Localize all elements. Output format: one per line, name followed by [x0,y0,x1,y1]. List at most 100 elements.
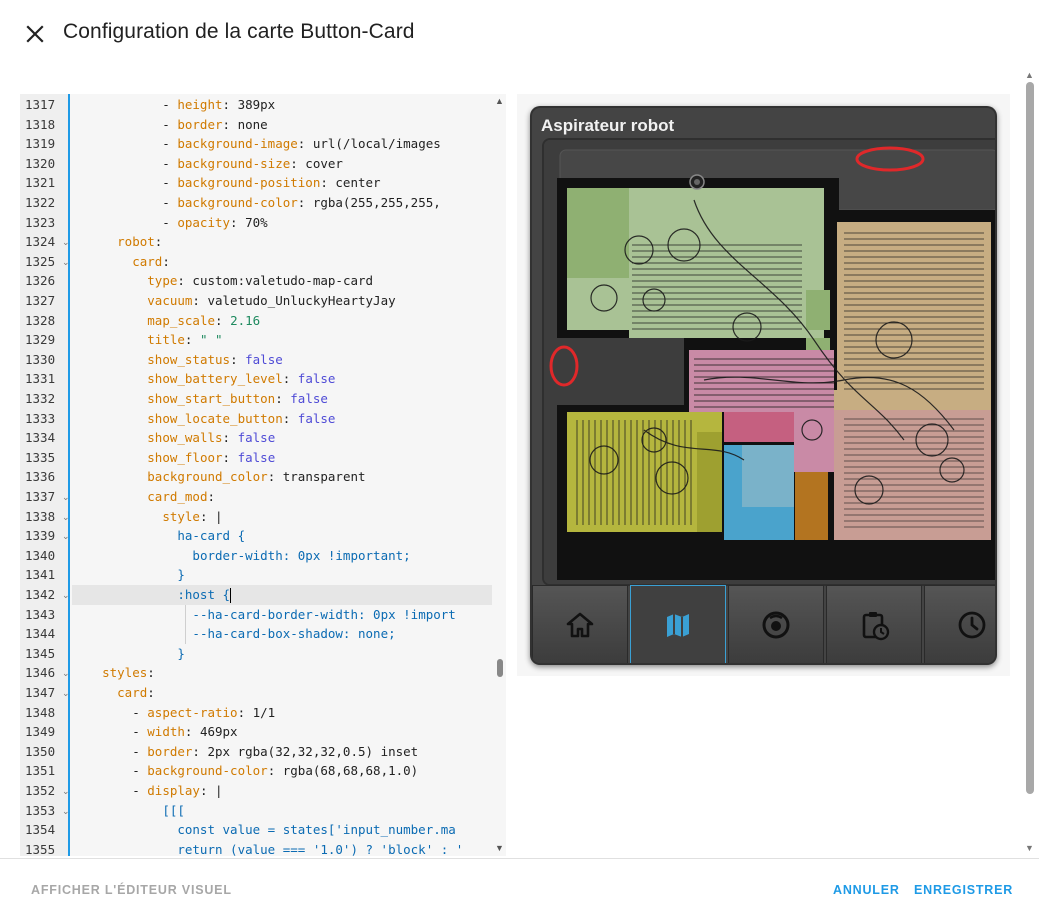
scroll-down-arrow-icon[interactable]: ▼ [495,843,504,853]
code-line: vacuum: valetudo_UnluckyHeartyJay [147,293,396,308]
close-button[interactable] [20,20,50,48]
code-line: map_scale: 2.16 [147,312,261,328]
code-line: robot: [117,234,163,250]
line-number: 1355 [25,841,56,856]
map-room [806,290,830,330]
line-number: 1328 [25,312,56,328]
map-room [795,472,828,540]
code-line: - height: 389px [72,97,276,112]
home-icon [566,612,594,638]
line-number: 1329 [25,332,56,348]
nav-button-clipboard-clock[interactable] [826,585,922,663]
line-number: 1320 [25,155,56,171]
code-line: ha-card { [177,528,246,544]
dialog-scroll-up-icon[interactable]: ▲ [1025,70,1034,80]
line-number: 1322 [25,195,56,210]
code-line: show_floor: false [147,449,276,465]
line-number: 1331 [25,371,56,387]
code-line: style: | [162,508,223,524]
code-content[interactable]: - height: 389px - border: none - backgro… [72,94,492,856]
fold-chevron-icon[interactable]: ⌄ [62,238,70,248]
line-number: 1344 [25,626,56,642]
nav-button-map[interactable] [630,585,726,663]
code-line: show_start_button: false [147,391,328,406]
code-line: [[[ [162,802,185,818]
line-number: 1326 [25,273,56,289]
line-number: 1335 [25,449,56,465]
cancel-button[interactable]: ANNULER [833,883,900,897]
line-number: 1330 [25,351,56,367]
line-number: 1354 [25,822,56,838]
code-line: - background-color: rgba(68,68,68,1.0) [72,763,419,779]
robot-vacuum-icon [762,611,790,639]
nav-button-home[interactable] [532,585,628,663]
fold-chevron-icon[interactable]: ⌄ [62,689,70,699]
line-number: 1336 [25,469,56,485]
line-number: 1334 [25,430,56,446]
vacuum-map-image [544,140,995,584]
line-number: 1319 [25,136,56,152]
show-visual-editor-button[interactable]: AFFICHER L'ÉDITEUR VISUEL [31,883,232,897]
line-number-gutter: 1317 1318 1319 1320 1321 1322 1323 1324 ⌄ 1325 ⌄ 13… [20,94,70,856]
code-line: border-width: 0px !important; [192,547,411,563]
code-line: show_locate_button: false [147,410,336,426]
code-line: type: custom:valetudo-map-card [147,273,374,289]
line-number: 1340 [25,547,56,563]
dialog-scroll-down-icon[interactable]: ▼ [1025,843,1034,853]
code-line: show_battery_level: false [147,371,336,387]
code-line: background_color: transparent [147,469,366,485]
editor-scroll-thumb[interactable] [497,659,503,677]
line-number: 1349 [25,724,56,740]
code-line: - aspect-ratio: 1/1 [72,704,276,720]
nav-button-robot-vacuum[interactable] [728,585,824,663]
code-line: card_mod: [147,489,216,504]
line-number: 1351 [25,763,56,779]
code-line: --ha-card-box-shadow: none; [192,626,396,642]
code-line: - background-image: url(/local/images [72,136,441,152]
code-line: - background-color: rgba(255,255,255, [72,195,441,210]
fold-chevron-icon[interactable]: ⌄ [62,513,70,523]
code-line: - border: none [72,116,268,132]
code-line: card: [117,685,155,700]
line-number: 1345 [25,645,56,661]
save-button[interactable]: ENREGISTRER [914,883,1013,897]
scroll-up-arrow-icon[interactable]: ▲ [495,96,504,106]
code-line: styles: [102,665,155,681]
vacuum-map[interactable] [542,138,995,586]
fold-chevron-icon[interactable]: ⌄ [62,591,70,601]
map-room [742,445,794,507]
robot-vacuum-card: Aspirateur robot [530,106,997,665]
code-line: title: " " [147,332,223,348]
code-line: :host { [177,587,232,603]
yaml-code-editor[interactable]: 1317 1318 1319 1320 1321 1322 1323 1324 ⌄ 1325 ⌄ 13… [20,94,506,856]
code-line: card: [132,253,170,269]
dialog-header: Configuration de la carte Button-Card [0,0,1039,68]
fold-chevron-icon[interactable]: ⌄ [62,258,70,268]
code-line: show_walls: false [147,430,276,446]
line-number: 1321 [25,175,56,191]
code-line: - display: | [72,783,223,798]
code-line: - border: 2px rgba(32,32,32,0.5) inset [72,743,419,759]
dialog: Configuration de la carte Button-Card 13… [0,0,1039,909]
fold-chevron-icon[interactable]: ⌄ [62,669,70,679]
line-number: 1343 [25,606,56,622]
dialog-footer: AFFICHER L'ÉDITEUR VISUEL ANNULER ENREGI… [0,858,1039,909]
editor-scrollbar[interactable]: ▲ ▼ [494,94,506,856]
code-line: - width: 469px [72,724,238,740]
indent-guide [185,604,186,644]
line-number: 1323 [25,214,56,230]
fold-chevron-icon[interactable]: ⌄ [62,493,70,503]
clipboard-clock-icon [862,612,890,641]
line-number: 1332 [25,391,56,406]
dialog-scrollbar[interactable]: ▲ ▼ [1022,68,1039,858]
fold-chevron-icon[interactable]: ⌄ [62,787,70,797]
dialog-scroll-thumb[interactable] [1026,82,1034,794]
code-line: - opacity: 70% [72,214,268,230]
line-number: 1350 [25,743,56,759]
line-number: 1341 [25,567,56,583]
code-line: } [177,567,185,583]
fold-chevron-icon[interactable]: ⌄ [62,532,70,542]
vacuum-nav-bar [532,585,995,663]
fold-chevron-icon[interactable]: ⌄ [62,807,70,817]
nav-button-clock[interactable] [924,585,995,663]
